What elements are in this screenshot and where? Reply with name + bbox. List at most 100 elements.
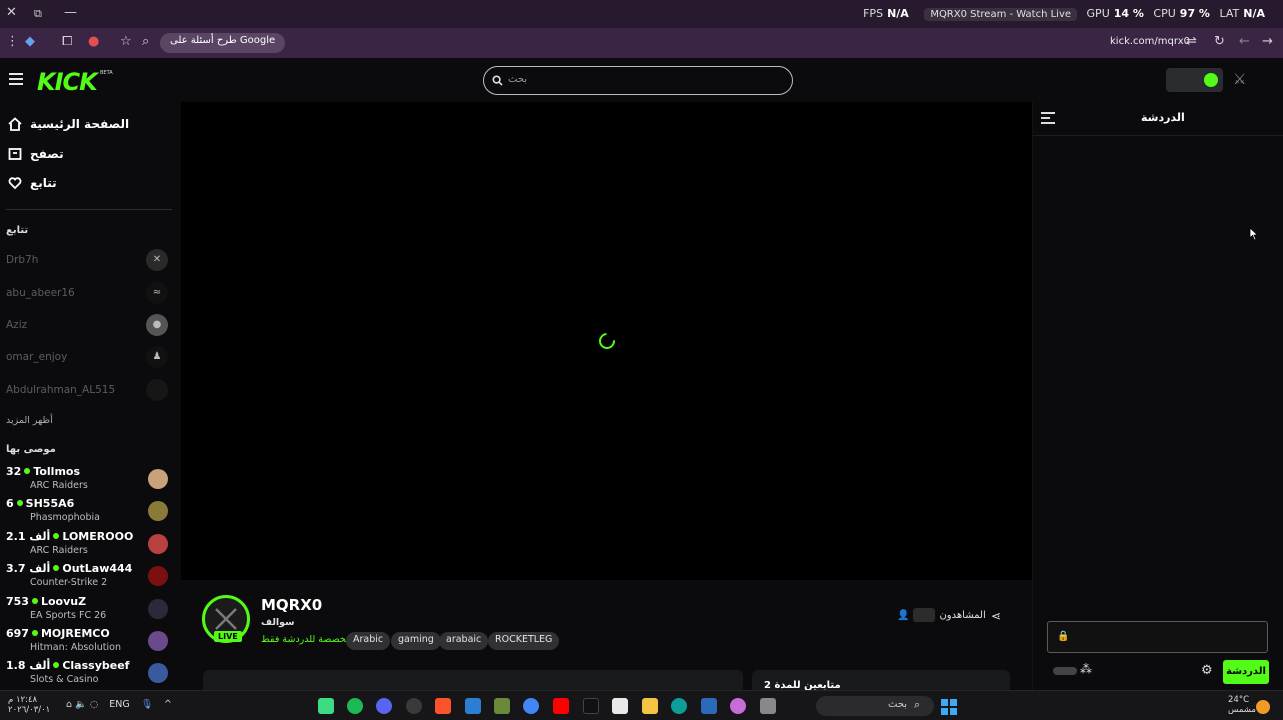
url-field[interactable]: kick.com/mqrx0 (1110, 36, 1190, 47)
share-icon[interactable]: ⋖ (991, 609, 1001, 623)
clock[interactable]: ١٢:٤٨ م ٢٠٢٦/٠٣/٠١ (8, 695, 50, 715)
following-item[interactable]: Aziz ● (6, 314, 172, 338)
recommended-item[interactable]: 3.7 ألف OutLaw444 Counter-Strike 2 (6, 562, 172, 592)
points-toggle[interactable] (1053, 667, 1077, 675)
following-item[interactable]: Drb7h ✕ (6, 249, 172, 273)
menu-dots-icon[interactable]: ⋮ (6, 34, 19, 49)
channel-name: LoovuZ (40, 595, 87, 608)
channel-name[interactable]: MQRX0 (261, 596, 322, 614)
taskbar-search[interactable]: بحث ⌕ (816, 696, 934, 716)
shield-extension-icon[interactable]: ● (88, 34, 99, 49)
edge-icon[interactable] (671, 698, 687, 714)
store-icon[interactable] (612, 698, 628, 714)
recommended-item[interactable]: 753 LoovuZ EA Sports FC 26 (6, 595, 172, 625)
channel-avatar (148, 599, 168, 619)
ask-google-chip[interactable]: طرح أسئلة على Google (160, 33, 286, 53)
tag-pill[interactable]: gaming (391, 632, 441, 650)
folder-icon[interactable] (642, 698, 658, 714)
tag-pill[interactable]: ROCKETLEG (488, 632, 560, 650)
steam-icon[interactable] (406, 698, 422, 714)
points-icon[interactable]: ⁂ (1080, 662, 1092, 676)
live-dot (53, 565, 60, 571)
lens-search-icon[interactable]: ⌕ (142, 34, 149, 49)
collapse-chat-icon[interactable] (1041, 112, 1055, 124)
channel-category[interactable]: سوالف (261, 617, 294, 628)
channel-name: LOMEROOO (62, 530, 134, 543)
bookmark-star-icon[interactable]: ☆ (120, 34, 132, 49)
viewer-count: 3.7 ألف (6, 562, 51, 575)
following-item[interactable]: Abdulrahman_AL515 (6, 379, 172, 403)
search-input[interactable]: بحث (483, 66, 793, 95)
channel-category: ARC Raiders (30, 545, 88, 556)
tiktok-icon[interactable] (583, 698, 599, 714)
beta-badge: BETA (100, 70, 113, 76)
recommended-item[interactable]: 1.8 ألف Classybeef Slots & Casino (6, 659, 172, 689)
chat-send-button[interactable]: الدردشة (1223, 660, 1269, 684)
theme-toggle[interactable] (1166, 68, 1223, 92)
network-icon[interactable]: ⌂ (66, 699, 72, 710)
app-icon-blue[interactable] (465, 698, 481, 714)
minimize-window-icon[interactable]: — (64, 5, 77, 20)
task-view-icon[interactable] (760, 698, 776, 714)
volume-icon[interactable]: 🔈 (75, 699, 87, 710)
close-window-icon[interactable]: ✕ (6, 5, 17, 20)
channel-avatar: ≈ (146, 282, 168, 304)
viewers-label: المشاهدون (939, 610, 986, 621)
channel-category: EA Sports FC 26 (30, 610, 107, 621)
sun-icon (1256, 700, 1270, 714)
recommended-item[interactable]: 32 Tollmos ARC Raiders (6, 465, 172, 495)
recommended-item[interactable]: 697 MOJREMCO Hitman: Absolution (6, 627, 172, 657)
chrome-icon[interactable] (523, 698, 539, 714)
tray-chevron-icon[interactable]: ^ (164, 699, 172, 710)
following-item[interactable]: omar_enjoy ♟ (6, 346, 172, 370)
cpu-value: 97 % (1179, 7, 1210, 20)
app-icon-android[interactable] (318, 698, 334, 714)
copilot-icon[interactable] (730, 698, 746, 714)
performance-overlay: FPS N/A MQRX0 Stream - Watch Live GPU 14 %… (863, 7, 1271, 21)
sidebar-item-label: تتابع (30, 176, 57, 190)
browser-tab[interactable]: MQRX0 Stream - Watch Live (924, 8, 1078, 21)
channel-info: LIVE MQRX0 سوالف مخصصة للدردشة فقط Arabi… (181, 580, 1032, 691)
channel-category: Hitman: Absolution (30, 642, 121, 653)
tag-pill[interactable]: arabaic (439, 632, 489, 650)
site-settings-icon[interactable]: ⇌ (1186, 34, 1197, 49)
sidebar-item-browse[interactable]: تصفح (6, 144, 176, 166)
fps-label: FPS (863, 7, 884, 20)
recommended-item[interactable]: 6 SH55A6 Phasmophobia (6, 497, 172, 527)
channel-avatar (148, 566, 168, 586)
sidebar-item-home[interactable]: الصفحة الرئيسية (6, 114, 176, 136)
recommended-item[interactable]: 2.1 ألف LOMEROOO ARC Raiders (6, 530, 172, 560)
language-indicator[interactable]: ENG (109, 699, 129, 710)
discord-icon[interactable] (376, 698, 392, 714)
user-menu-icon[interactable]: ⚔ (1233, 70, 1246, 88)
hamburger-menu-icon[interactable] (9, 73, 23, 85)
viewer-count: 1.8 ألف (6, 659, 51, 672)
sidebar-item-following[interactable]: تتابع (6, 173, 176, 195)
chat-input[interactable]: 🔒 (1047, 621, 1268, 653)
brave-icon[interactable] (435, 698, 451, 714)
weather-widget[interactable]: 24°C مشمس (1228, 695, 1256, 715)
extension-icon[interactable]: ◆ (25, 34, 35, 49)
spotify-icon[interactable] (347, 698, 363, 714)
video-player[interactable] (181, 102, 1032, 580)
forward-icon[interactable]: ← (1239, 34, 1250, 49)
extensions-puzzle-icon[interactable]: ⧠ (62, 34, 72, 49)
maximize-window-icon[interactable]: ⧉ (34, 7, 42, 21)
following-item[interactable]: abu_abeer16 ≈ (6, 282, 172, 306)
gear-icon[interactable]: ⚙ (1201, 663, 1213, 678)
mail-icon[interactable] (701, 698, 717, 714)
gpu-value: 14 % (1113, 7, 1144, 20)
minecraft-icon[interactable] (494, 698, 510, 714)
wifi-icon[interactable]: ◌ (90, 699, 98, 710)
windows-start-icon[interactable] (941, 699, 957, 715)
channel-category: Slots & Casino (30, 674, 99, 685)
microphone-icon[interactable]: 🎙 (141, 699, 153, 710)
youtube-icon[interactable] (553, 698, 569, 714)
reload-icon[interactable]: ↻ (1214, 34, 1225, 49)
show-more-link[interactable]: أظهر المزيد (6, 415, 53, 426)
back-icon[interactable]: → (1262, 34, 1273, 49)
kick-logo[interactable]: KICK (37, 68, 98, 96)
search-placeholder: بحث (508, 74, 528, 85)
tag-pill[interactable]: Arabic (346, 632, 391, 650)
channel-avatar (146, 379, 168, 401)
